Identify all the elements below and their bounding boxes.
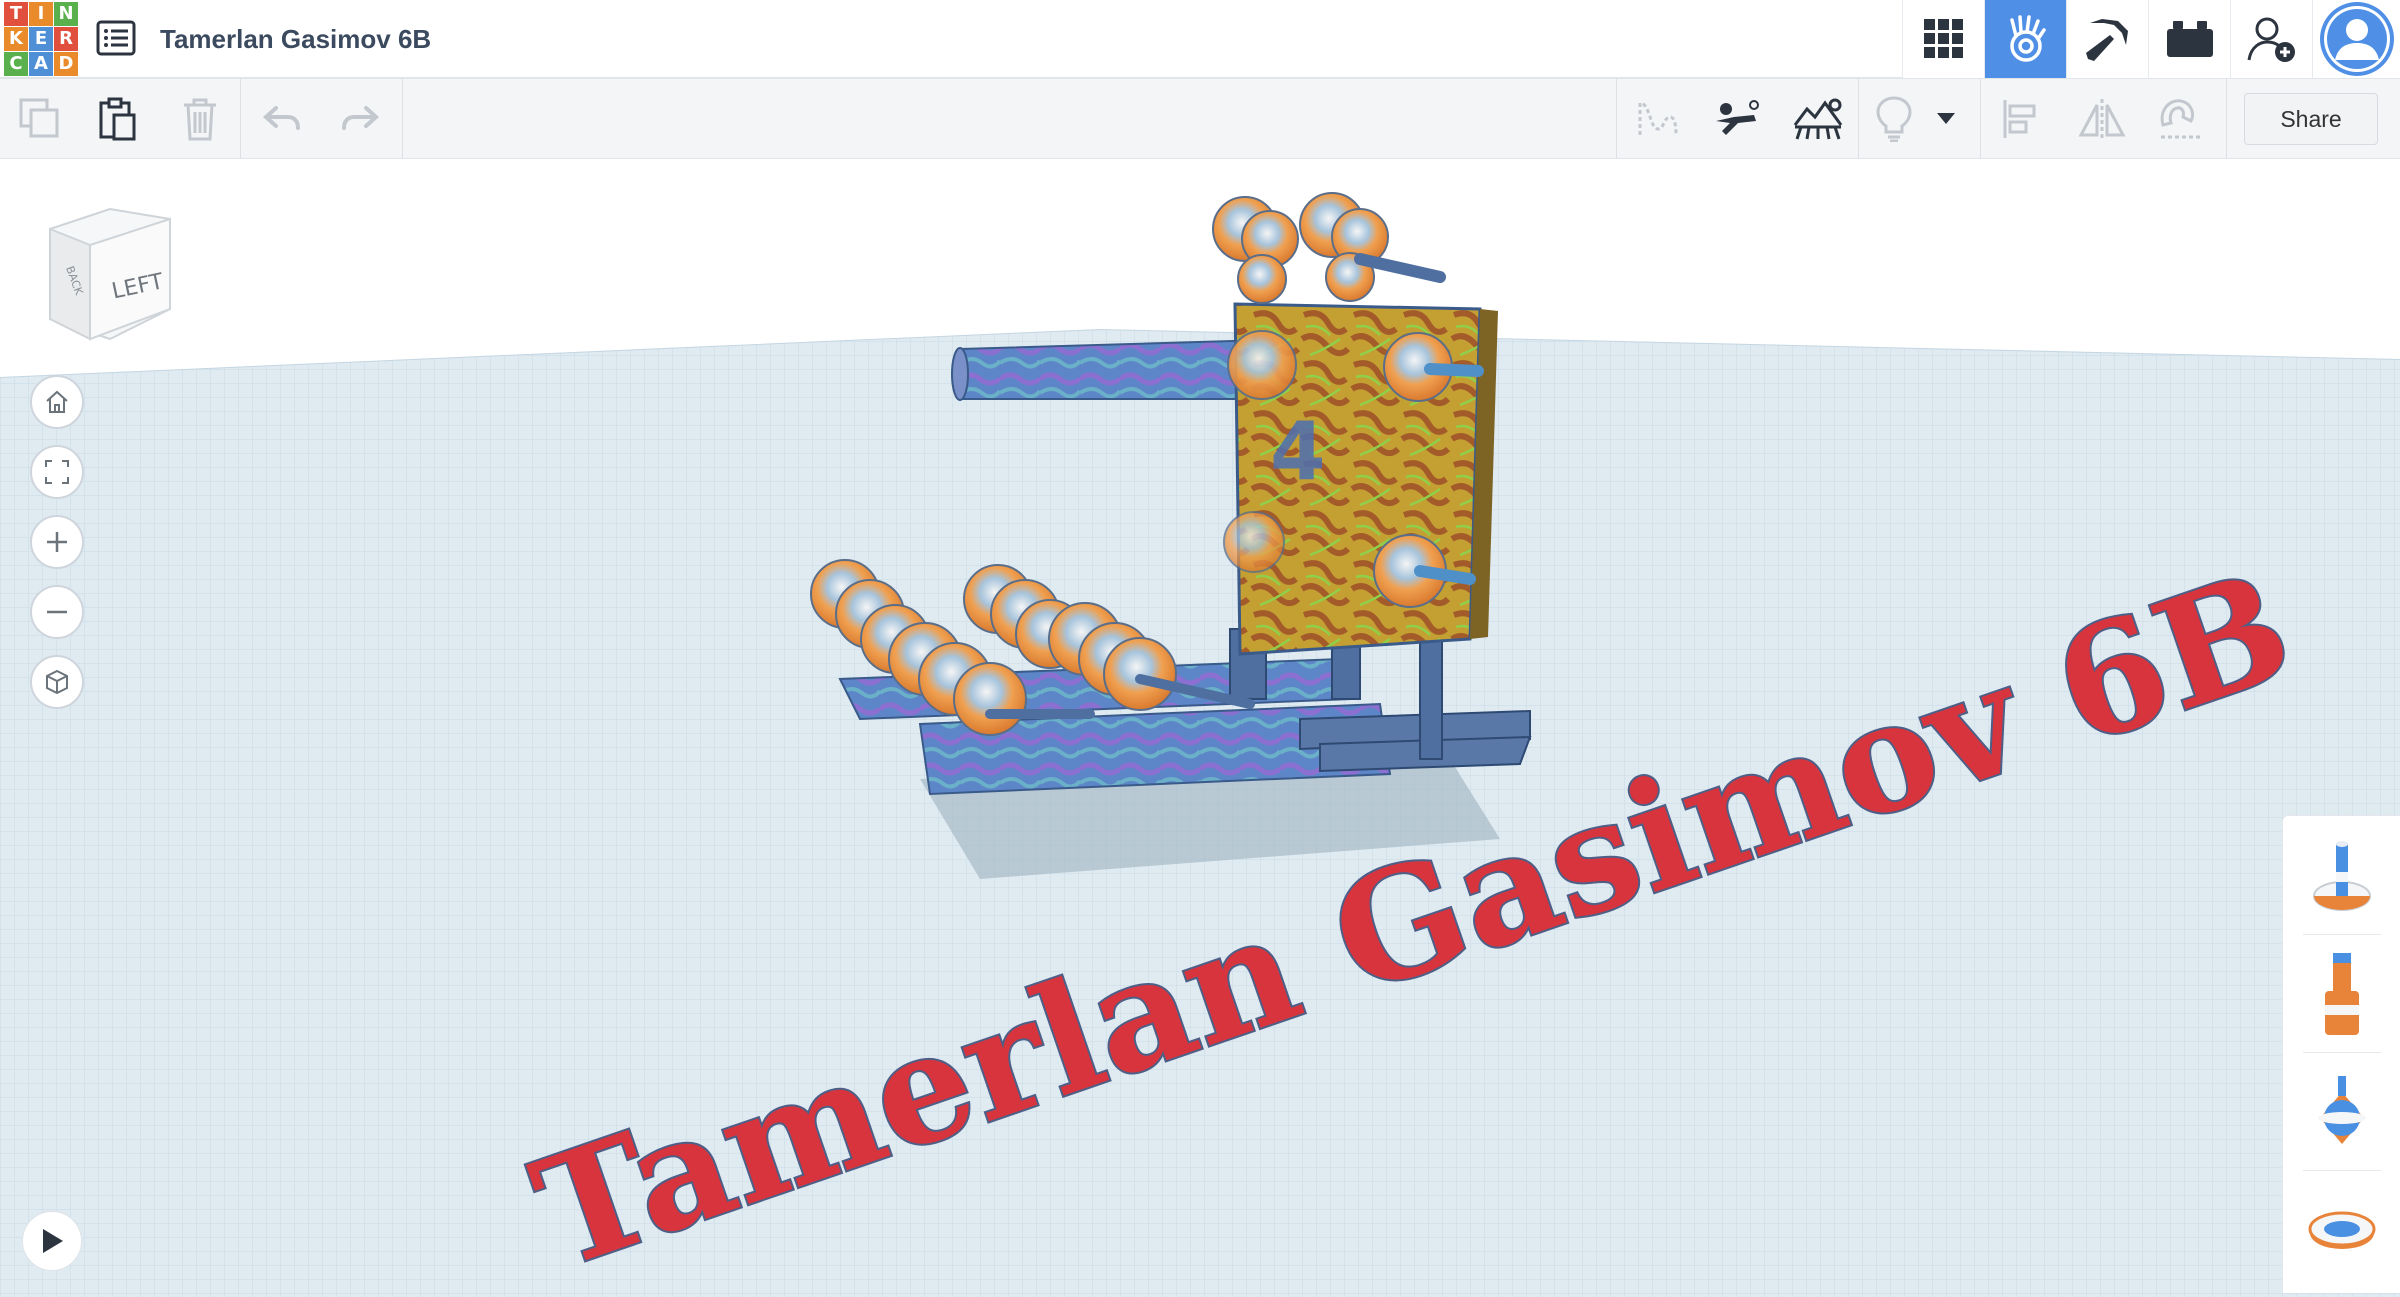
redo-button[interactable] xyxy=(330,89,390,149)
hand-icon xyxy=(2009,15,2046,62)
fit-icon xyxy=(45,460,69,484)
zoom-out-icon xyxy=(47,610,67,614)
workplane-viewport[interactable]: 4 Tamerlan Gasimov 6B LEFT BACK xyxy=(0,159,2400,1297)
zoom-out-button[interactable] xyxy=(30,585,84,639)
delete-icon xyxy=(184,98,216,141)
lego-bricks-button[interactable] xyxy=(2148,0,2230,78)
light-icon xyxy=(1876,96,1912,142)
profile-button[interactable] xyxy=(2312,0,2400,78)
ortho-icon xyxy=(46,669,68,695)
light-button[interactable] xyxy=(1864,89,1924,149)
paste-icon xyxy=(99,97,136,141)
logo-letter: C xyxy=(4,52,28,76)
shapes-panel xyxy=(2282,815,2400,1293)
design-list-button[interactable] xyxy=(96,20,136,56)
undo-icon xyxy=(263,106,300,130)
fit-view-button[interactable] xyxy=(30,445,84,499)
visibility-icon xyxy=(1716,100,1759,135)
delete-button[interactable] xyxy=(170,89,230,149)
avatar-icon xyxy=(2319,2,2394,76)
zoom-in-icon xyxy=(47,532,67,552)
mirror-button[interactable] xyxy=(2072,89,2132,149)
logo-letter: K xyxy=(4,27,28,51)
panel-number: 4 xyxy=(1270,405,1326,498)
add-user-icon xyxy=(2247,17,2295,62)
grid-icon xyxy=(1923,19,1963,58)
shape-item[interactable] xyxy=(2297,1180,2387,1280)
logo-letter: D xyxy=(54,52,78,76)
notes-button[interactable] xyxy=(1628,89,1688,149)
dropdown-button[interactable] xyxy=(1926,89,1966,149)
tinkercad-logo[interactable]: T I N K E R C A D xyxy=(2,0,78,76)
gallery-button[interactable] xyxy=(1902,0,1984,78)
list-icon xyxy=(96,20,136,56)
magnet-button[interactable] xyxy=(2152,89,2212,149)
zoom-in-button[interactable] xyxy=(30,515,84,569)
play-icon xyxy=(43,1229,63,1253)
logo-letter: I xyxy=(29,2,53,26)
share-button[interactable]: Share xyxy=(2244,93,2378,145)
align-icon xyxy=(2003,100,2036,138)
visibility-button[interactable] xyxy=(1708,89,1768,149)
minecraft-button[interactable] xyxy=(2066,0,2148,78)
logo-letter: R xyxy=(54,27,78,51)
shape-tall-icon xyxy=(2313,841,2371,911)
copy-button[interactable] xyxy=(10,89,70,149)
logo-letter: A xyxy=(29,52,53,76)
shape-ring-icon xyxy=(2308,1211,2376,1249)
invite-user-button[interactable] xyxy=(2230,0,2312,78)
logo-letter: T xyxy=(4,2,28,26)
redo-icon xyxy=(342,106,379,130)
play-simulation-button[interactable] xyxy=(22,1211,82,1271)
import-icon xyxy=(1793,98,1843,140)
brick-icon xyxy=(2166,21,2213,57)
scene-3d[interactable]: 4 Tamerlan Gasimov 6B xyxy=(0,159,2400,1297)
pickaxe-icon xyxy=(2085,19,2128,61)
shape-item[interactable] xyxy=(2297,944,2387,1044)
shape-bottle-icon xyxy=(2325,953,2359,1035)
import-button[interactable] xyxy=(1788,89,1848,149)
undo-button[interactable] xyxy=(252,89,312,149)
mirror-icon xyxy=(2078,99,2126,139)
dropdown-icon xyxy=(1937,113,1955,124)
logo-letter: E xyxy=(29,27,53,51)
home-view-button[interactable] xyxy=(30,375,84,429)
shape-item[interactable] xyxy=(2297,826,2387,926)
notes-icon xyxy=(1638,101,1678,136)
paste-button[interactable] xyxy=(88,89,148,149)
magnet-icon xyxy=(2160,99,2203,139)
copy-icon xyxy=(19,98,59,138)
document-title[interactable]: Tamerlan Gasimov 6B xyxy=(160,24,431,55)
app-header: T I N K E R C A D Tamerlan Gasimov 6B xyxy=(0,0,2400,79)
home-icon xyxy=(46,390,68,413)
shape-spinner-icon xyxy=(2318,1076,2366,1144)
shape-item[interactable] xyxy=(2297,1062,2387,1162)
edit-toolbar: Share xyxy=(0,79,2400,159)
align-button[interactable] xyxy=(1992,89,2052,149)
view-cube[interactable]: LEFT BACK xyxy=(40,199,180,349)
logo-letter: N xyxy=(54,2,78,26)
3d-design-button[interactable] xyxy=(1984,0,2066,78)
orthographic-view-button[interactable] xyxy=(30,655,84,709)
